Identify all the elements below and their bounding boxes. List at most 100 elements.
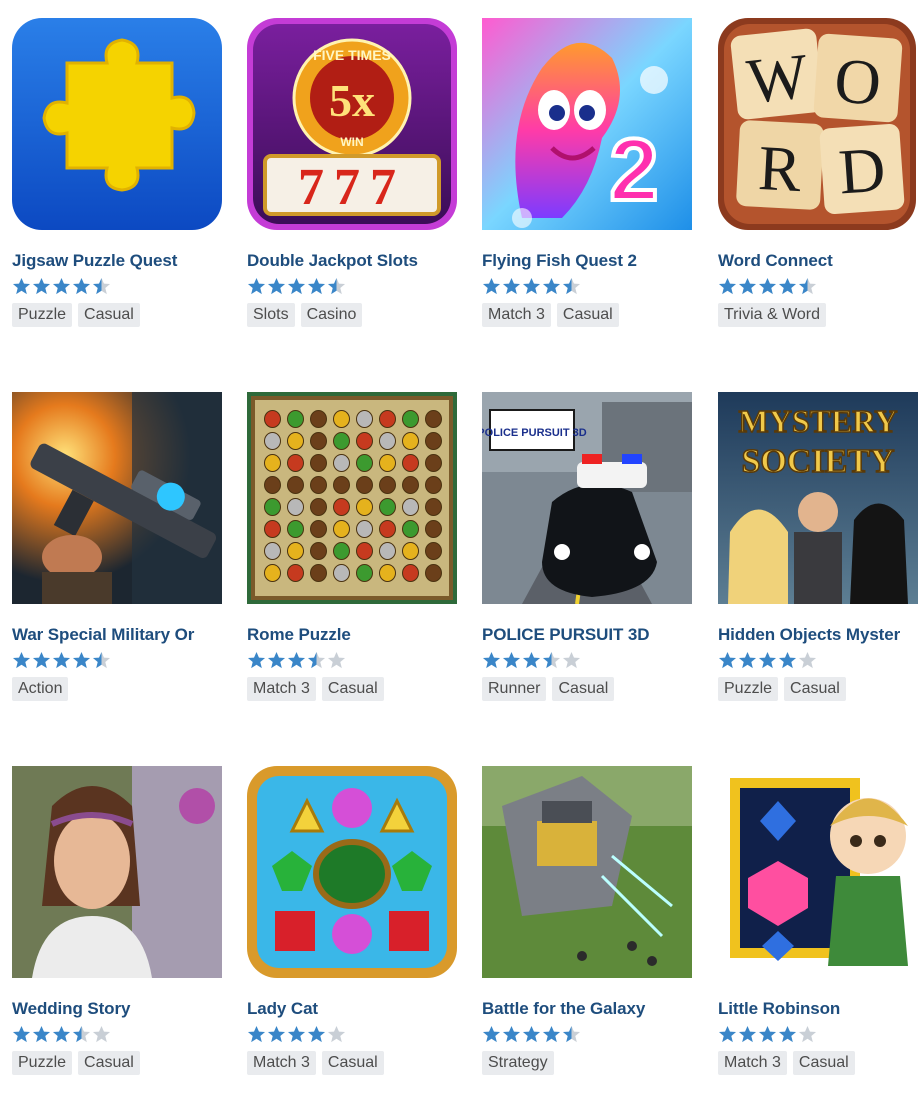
tag-list: Runner Casual: [482, 677, 615, 701]
tag-chip[interactable]: Action: [12, 677, 69, 701]
game-title[interactable]: Lady Cat: [247, 999, 457, 1019]
star-filled-icon: [72, 277, 91, 295]
tag-chip[interactable]: Slots: [247, 303, 295, 327]
gem-tile: [379, 498, 396, 516]
tag-chip[interactable]: Casual: [556, 303, 619, 327]
game-title[interactable]: Rome Puzzle: [247, 625, 457, 645]
game-card-word-connect[interactable]: W O R D Word Connect Trivia & Word: [718, 18, 918, 358]
game-title[interactable]: Hidden Objects Myster: [718, 625, 918, 645]
game-card-jigsaw-puzzle-quest[interactable]: Jigsaw Puzzle Quest Puzzle Casual: [12, 18, 222, 358]
star-half-icon: [562, 277, 581, 295]
battle-base-icon[interactable]: [482, 766, 692, 978]
star-rating: [718, 1025, 817, 1045]
jewels-icon[interactable]: [247, 766, 457, 978]
star-half-icon: [798, 277, 817, 295]
tag-chip[interactable]: Casual: [552, 677, 615, 701]
game-card-lady-cat[interactable]: Lady Cat Match 3 Casual: [247, 766, 457, 1106]
game-title[interactable]: Jigsaw Puzzle Quest: [12, 251, 222, 271]
star-rating: [12, 651, 111, 671]
letter-tiles-icon[interactable]: W O R D: [718, 18, 918, 230]
gem-tile: [379, 432, 396, 450]
game-card-hidden-objects-mystery[interactable]: MYSTERY SOCIETY Hidden Objects Myster Pu…: [718, 392, 918, 732]
tag-chip[interactable]: Casual: [792, 1051, 855, 1075]
gem-tile: [425, 454, 442, 472]
game-card-rome-puzzle[interactable]: Rome Puzzle Match 3 Casual: [247, 392, 457, 732]
star-filled-icon: [522, 651, 541, 669]
tag-chip[interactable]: Match 3: [247, 1051, 316, 1075]
rifle-icon[interactable]: [12, 392, 222, 604]
game-card-flying-fish-quest-2[interactable]: 2 Flying Fish Quest 2 Match 3 Casual: [482, 18, 692, 358]
svg-text:2: 2: [610, 120, 659, 219]
star-filled-icon: [718, 651, 737, 669]
tag-list: Trivia & Word: [718, 303, 827, 327]
game-card-little-robinson[interactable]: Little Robinson Match 3 Casual: [718, 766, 918, 1106]
star-filled-icon: [267, 277, 286, 295]
star-filled-icon: [267, 651, 286, 669]
game-title[interactable]: Wedding Story: [12, 999, 222, 1019]
tag-chip[interactable]: Puzzle: [12, 1051, 73, 1075]
gem-tile: [402, 454, 419, 472]
star-filled-icon: [758, 1025, 777, 1043]
tag-chip[interactable]: Casino: [300, 303, 363, 327]
star-half-icon: [542, 651, 561, 669]
gem-tile: [264, 520, 281, 538]
mystery-characters-icon[interactable]: MYSTERY SOCIETY: [718, 392, 918, 604]
gem-tile: [425, 520, 442, 538]
game-card-war-special-military[interactable]: War Special Military Or Action: [12, 392, 222, 732]
tag-chip[interactable]: Match 3: [247, 677, 316, 701]
star-rating: [247, 1025, 346, 1045]
star-filled-icon: [482, 277, 501, 295]
star-rating: [482, 277, 581, 297]
star-filled-icon: [247, 277, 266, 295]
fish-icon[interactable]: 2: [482, 18, 692, 230]
star-filled-icon: [502, 651, 521, 669]
game-card-police-pursuit-3d[interactable]: POLICE PURSUIT 3D POLICE PURSUIT 3D Runn…: [482, 392, 692, 732]
game-title[interactable]: Little Robinson: [718, 999, 918, 1019]
tag-chip[interactable]: Match 3: [482, 303, 551, 327]
star-filled-icon: [287, 1025, 306, 1043]
tag-chip[interactable]: Trivia & Word: [718, 303, 827, 327]
star-empty-icon: [327, 1025, 346, 1043]
tag-chip[interactable]: Casual: [78, 1051, 140, 1075]
game-title[interactable]: Battle for the Galaxy: [482, 999, 692, 1019]
gem-tile: [425, 542, 442, 560]
star-filled-icon: [267, 1025, 286, 1043]
game-title[interactable]: Flying Fish Quest 2: [482, 251, 692, 271]
slot-machine-icon[interactable]: FIVE TIMES 5x WIN 777: [247, 18, 457, 230]
gem-board-icon[interactable]: [247, 392, 457, 604]
gem-tile: [333, 454, 350, 472]
gem-tile: [264, 542, 281, 560]
gem-tile: [333, 542, 350, 560]
gem-tile: [402, 520, 419, 538]
tag-chip[interactable]: Puzzle: [12, 303, 73, 327]
tag-chip[interactable]: Puzzle: [718, 677, 779, 701]
tag-chip[interactable]: Casual: [78, 303, 140, 327]
gem-tile: [287, 520, 304, 538]
boy-gems-icon[interactable]: [718, 766, 918, 978]
game-title[interactable]: Double Jackpot Slots: [247, 251, 457, 271]
tag-chip[interactable]: Casual: [321, 1051, 384, 1075]
gem-tile: [287, 454, 304, 472]
tag-chip[interactable]: Casual: [784, 677, 846, 701]
tag-list: Match 3 Casual: [482, 303, 619, 327]
tag-list: Strategy: [482, 1051, 554, 1075]
game-title[interactable]: POLICE PURSUIT 3D: [482, 625, 692, 645]
game-card-wedding-story[interactable]: Wedding Story Puzzle Casual: [12, 766, 222, 1106]
tag-chip[interactable]: Casual: [321, 677, 384, 701]
game-card-double-jackpot-slots[interactable]: FIVE TIMES 5x WIN 777 Double Jackpot Slo…: [247, 18, 457, 358]
tag-chip[interactable]: Strategy: [482, 1051, 554, 1075]
game-card-battle-for-the-galaxy[interactable]: Battle for the Galaxy Strategy: [482, 766, 692, 1106]
star-rating: [12, 1025, 111, 1045]
game-title[interactable]: Word Connect: [718, 251, 918, 271]
gem-tile: [310, 498, 327, 516]
gem-tile: [333, 564, 350, 582]
game-title[interactable]: War Special Military Or: [12, 625, 222, 645]
police-car-icon[interactable]: POLICE PURSUIT 3D: [482, 392, 692, 604]
tag-chip[interactable]: Match 3: [718, 1051, 787, 1075]
tag-chip[interactable]: Runner: [482, 677, 547, 701]
star-filled-icon: [738, 277, 757, 295]
star-rating: [718, 277, 817, 297]
bride-portrait-icon[interactable]: [12, 766, 222, 978]
gem-tile: [310, 432, 327, 450]
puzzle-piece-icon[interactable]: [12, 18, 222, 230]
